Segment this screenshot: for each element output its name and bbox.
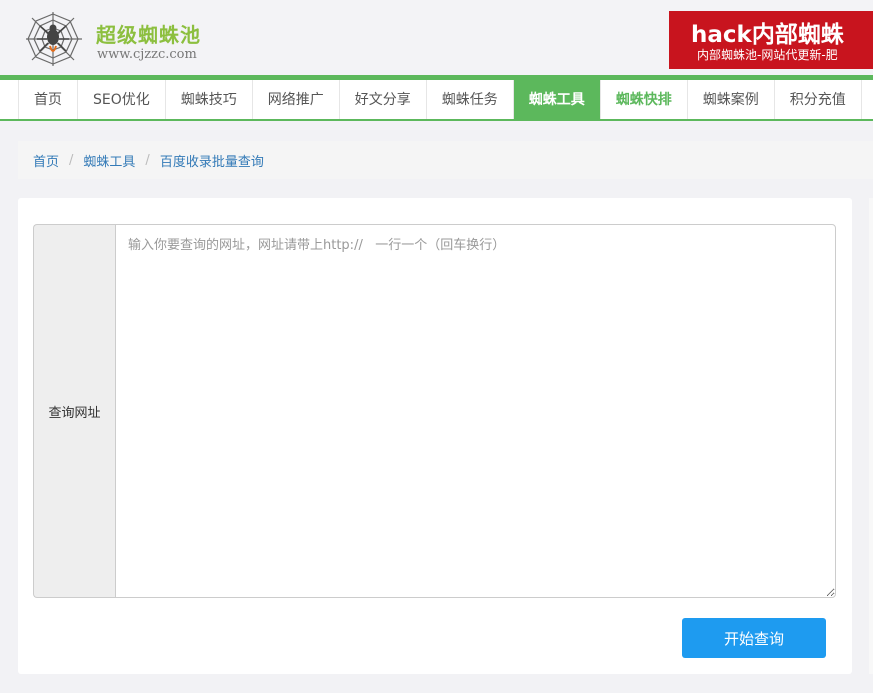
nav-item-articles[interactable]: 好文分享 (338, 80, 426, 119)
nav-item-recharge[interactable]: 积分充值 (773, 80, 862, 119)
nav-item-spider-tasks[interactable]: 蜘蛛任务 (425, 80, 513, 119)
breadcrumb-spider-tools[interactable]: 蜘蛛工具 (83, 151, 135, 170)
breadcrumb-current: 百度收录批量查询 (159, 154, 264, 170)
nav-item-spider-tips[interactable]: 蜘蛛技巧 (164, 80, 252, 119)
breadcrumb-home[interactable]: 首页 (33, 151, 59, 170)
start-query-button[interactable]: 开始查询 (682, 618, 826, 658)
url-textarea[interactable] (115, 224, 836, 598)
site-logo[interactable]: 超级蜘蛛池 www.cjzzc.com (20, 6, 220, 70)
nav-item-home[interactable]: 首页 (18, 80, 77, 119)
side-panel-edge (869, 198, 873, 674)
breadcrumb-separator: / (145, 152, 150, 168)
ad-banner[interactable]: hack内部蜘蛛 内部蜘蛛池-网站代更新-肥 (669, 11, 873, 69)
logo-url: www.cjzzc.com (97, 47, 197, 62)
banner-title: hack内部蜘蛛 (691, 22, 844, 48)
url-input-group: 查询网址 (33, 224, 836, 598)
query-panel: 查询网址 开始查询 (18, 198, 852, 674)
nav-item-spider-ranking[interactable]: 蜘蛛快排 (599, 80, 687, 119)
breadcrumb-separator: / (69, 152, 74, 168)
logo-title: 超级蜘蛛池 (96, 23, 201, 47)
nav-item-cases[interactable]: 蜘蛛案例 (686, 80, 774, 119)
breadcrumb: 首页 / 蜘蛛工具 / 百度收录批量查询 (18, 141, 873, 179)
site-header: 超级蜘蛛池 www.cjzzc.com hack内部蜘蛛 内部蜘蛛池-网站代更新… (0, 0, 873, 76)
main-nav: 首页 SEO优化 蜘蛛技巧 网络推广 好文分享 蜘蛛任务 蜘蛛工具 蜘蛛快排 蜘… (0, 80, 873, 121)
spider-web-icon (26, 12, 82, 66)
banner-subtitle: 内部蜘蛛池-网站代更新-肥 (697, 48, 838, 62)
url-field-label: 查询网址 (33, 224, 115, 598)
nav-item-seo[interactable]: SEO优化 (77, 80, 165, 119)
nav-item-promotion[interactable]: 网络推广 (251, 80, 339, 119)
nav-item-spider-tools[interactable]: 蜘蛛工具 (512, 80, 600, 119)
